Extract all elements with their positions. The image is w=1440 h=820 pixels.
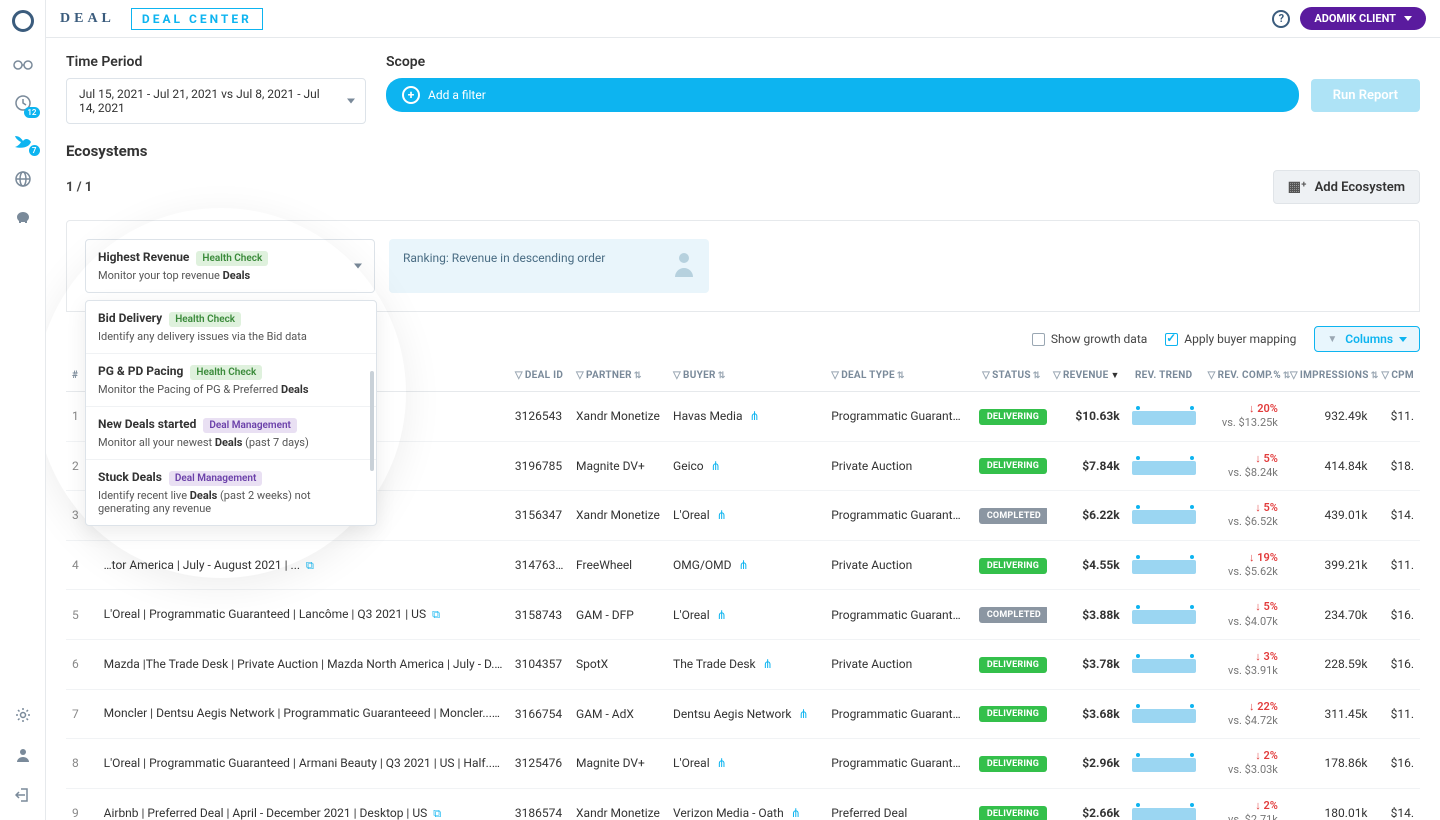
network-icon: ⋔ xyxy=(711,459,721,473)
logo-icon xyxy=(12,10,34,32)
ecosystem-option[interactable]: Bid Delivery Health CheckIdentify any de… xyxy=(86,301,376,354)
external-link-icon[interactable]: ⧉ xyxy=(501,757,509,770)
col-partner[interactable]: ▽PARTNER⇅ xyxy=(570,360,667,392)
user-icon[interactable] xyxy=(10,742,36,768)
col-status[interactable]: ▽STATUS⇅ xyxy=(973,360,1047,392)
time-period-select[interactable]: Jul 15, 2021 - Jul 21, 2021 vs Jul 8, 20… xyxy=(66,78,366,124)
help-icon[interactable]: ? xyxy=(1272,10,1290,28)
topbar: DEAL DEAL CENTER ? ADOMIK CLIENT xyxy=(46,0,1440,38)
col-trend[interactable]: REV. TREND xyxy=(1126,360,1202,392)
bird-badge: 7 xyxy=(29,145,40,156)
ecosystem-selected-tag: Health Check xyxy=(196,251,268,266)
col-dealtype[interactable]: ▽DEAL TYPE⇅ xyxy=(825,360,973,392)
table-row[interactable]: 7Moncler | Dentsu Aegis Network | Progra… xyxy=(66,689,1420,739)
ecosystem-ranking: Ranking: Revenue in descending order xyxy=(389,239,709,293)
col-revenue[interactable]: ▽REVENUE▼ xyxy=(1047,360,1126,392)
show-growth-checkbox[interactable]: Show growth data xyxy=(1032,332,1147,346)
ecosystems-count: 1 / 1 xyxy=(66,180,92,195)
external-link-icon[interactable]: ⧉ xyxy=(306,559,314,572)
table-row[interactable]: 8L'Oreal | Programmatic Guaranteed | Arm… xyxy=(66,739,1420,789)
col-impressions[interactable]: ▽IMPRESSIONS⇅ xyxy=(1284,360,1374,392)
network-icon: ⋔ xyxy=(738,558,748,572)
table-row[interactable]: 4…tor America | July - August 2021 | ...… xyxy=(66,540,1420,590)
col-comp[interactable]: ▽REV. COMP.%⇅ xyxy=(1202,360,1284,392)
network-icon: ⋔ xyxy=(798,707,808,721)
ecosystem-option[interactable]: New Deals started Deal ManagementMonitor… xyxy=(86,407,376,460)
table-row[interactable]: 5L'Oreal | Programmatic Guaranteed | Lan… xyxy=(66,590,1420,640)
external-link-icon[interactable]: ⧉ xyxy=(432,608,440,621)
chevron-down-icon xyxy=(1399,337,1407,342)
add-widget-icon: ▦⁺ xyxy=(1288,179,1307,195)
clock-badge: 12 xyxy=(24,107,39,118)
checkbox-icon xyxy=(1032,333,1045,346)
apply-buyer-mapping-checkbox[interactable]: Apply buyer mapping xyxy=(1165,332,1296,346)
brand-sub: DEAL CENTER xyxy=(131,8,263,30)
col-buyer[interactable]: ▽BUYER⇅ xyxy=(667,360,825,392)
external-link-icon[interactable]: ⧉ xyxy=(433,807,441,820)
left-sidebar: 12 7 xyxy=(0,0,46,820)
network-icon: ⋔ xyxy=(717,608,727,622)
ecosystem-selected-title: Highest Revenue xyxy=(98,250,189,264)
glasses-icon[interactable] xyxy=(10,52,36,78)
plus-icon: + xyxy=(402,86,420,104)
network-icon: ⋔ xyxy=(749,409,759,423)
logout-icon[interactable] xyxy=(10,782,36,808)
client-menu[interactable]: ADOMIK CLIENT xyxy=(1300,7,1426,30)
columns-button[interactable]: ▼ Columns xyxy=(1314,326,1420,352)
scope-label: Scope xyxy=(386,54,1420,70)
network-icon: ⋔ xyxy=(717,508,727,522)
add-ecosystem-button[interactable]: ▦⁺ Add Ecosystem xyxy=(1273,170,1420,204)
col-cpm[interactable]: ▽CPM xyxy=(1374,360,1420,392)
ecosystem-option[interactable]: Stuck Deals Deal ManagementIdentify rece… xyxy=(86,460,376,525)
run-report-button[interactable]: Run Report xyxy=(1311,79,1420,112)
gear-icon[interactable] xyxy=(10,702,36,728)
chevron-down-icon xyxy=(1404,16,1412,21)
time-period-label: Time Period xyxy=(66,54,366,70)
add-filter-label: Add a filter xyxy=(428,88,486,102)
funnel-icon: ▼ xyxy=(1327,334,1337,345)
ecosystem-selected-desc: Monitor your top revenue Deals xyxy=(98,269,346,282)
network-icon: ⋔ xyxy=(791,806,801,820)
client-name: ADOMIK CLIENT xyxy=(1314,12,1396,25)
bird-icon[interactable]: 7 xyxy=(10,128,36,154)
add-ecosystem-label: Add Ecosystem xyxy=(1315,180,1405,195)
clock-icon[interactable]: 12 xyxy=(10,90,36,116)
ecosystem-option[interactable]: PG & PD Pacing Health CheckMonitor the P… xyxy=(86,354,376,407)
ecosystem-dropdown: Bid Delivery Health CheckIdentify any de… xyxy=(85,300,377,526)
person-icon xyxy=(669,249,699,279)
table-row[interactable]: 9Airbnb | Preferred Deal | April - Decem… xyxy=(66,788,1420,820)
col-dealid[interactable]: ▽DEAL ID xyxy=(509,360,570,392)
network-icon: ⋔ xyxy=(763,657,773,671)
dropdown-scrollbar[interactable] xyxy=(370,371,374,471)
ecosystem-select[interactable]: Highest Revenue Health Check Monitor you… xyxy=(85,239,375,293)
ecosystems-title: Ecosystems xyxy=(66,142,1420,160)
table-row[interactable]: 6Mazda |The Trade Desk | Private Auction… xyxy=(66,639,1420,689)
add-filter-button[interactable]: + Add a filter xyxy=(386,78,1299,112)
brand-name: DEAL xyxy=(60,11,115,27)
checkbox-checked-icon xyxy=(1165,333,1178,346)
network-icon: ⋔ xyxy=(717,756,727,770)
external-link-icon[interactable]: ⧉ xyxy=(507,658,509,671)
piggy-icon[interactable] xyxy=(10,204,36,230)
globe-icon[interactable] xyxy=(10,166,36,192)
